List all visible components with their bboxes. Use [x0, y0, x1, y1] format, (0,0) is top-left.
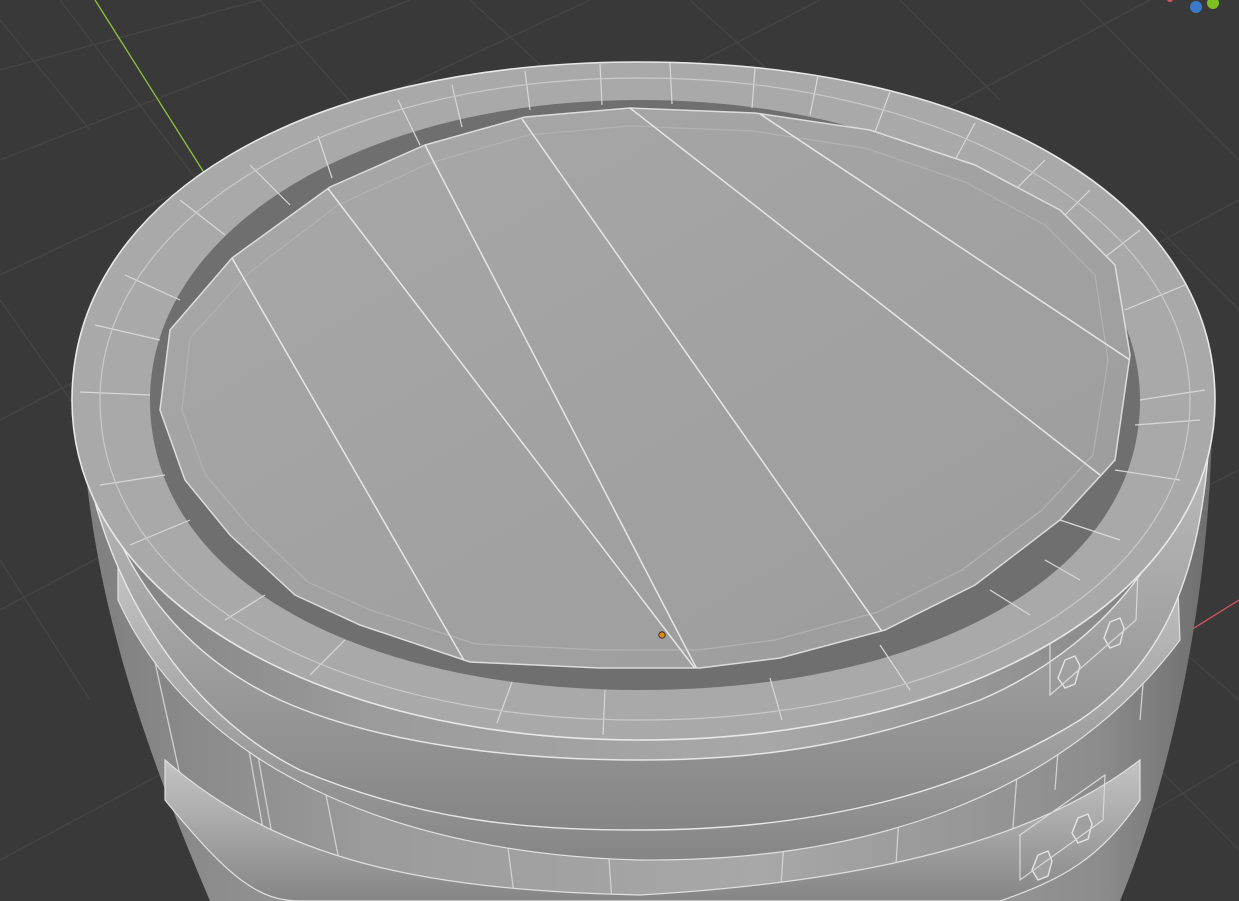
x-axis-gizmo-icon [1167, 0, 1173, 2]
object-origin-dot [658, 631, 666, 639]
barrel-mesh[interactable] [71, 61, 1216, 901]
y-axis-gizmo-icon [1207, 0, 1219, 9]
z-axis-gizmo-icon [1190, 1, 1202, 13]
navigation-gizmo[interactable] [1167, 0, 1219, 13]
viewport-scene[interactable] [0, 0, 1239, 901]
3d-viewport[interactable] [0, 0, 1239, 901]
